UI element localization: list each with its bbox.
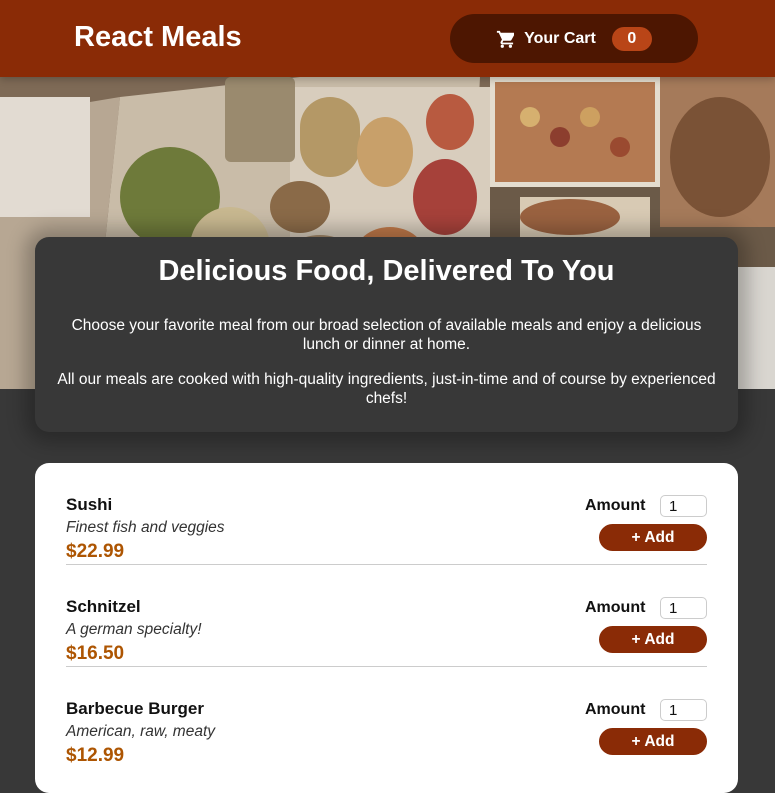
cart-button[interactable]: Your Cart 0 (450, 14, 698, 63)
cart-label: Your Cart (524, 29, 596, 47)
summary-paragraph-1: Choose your favorite meal from our broad… (71, 317, 702, 353)
app-title: React Meals (74, 21, 242, 53)
amount-input[interactable] (660, 699, 707, 721)
meal-item: Sushi Finest fish and veggies $22.99 Amo… (66, 463, 707, 565)
add-button[interactable]: + Add (599, 626, 707, 653)
meal-name: Schnitzel (66, 597, 141, 616)
summary-heading: Delicious Food, Delivered To You (158, 255, 615, 287)
meal-name: Sushi (66, 495, 113, 514)
meal-item: Barbecue Burger American, raw, meaty $12… (66, 667, 707, 769)
meal-name: Barbecue Burger (66, 699, 204, 718)
meal-description: A german specialty! (66, 621, 202, 638)
amount-label: Amount (585, 497, 646, 514)
meals-list: Sushi Finest fish and veggies $22.99 Amo… (35, 463, 738, 793)
meal-description: American, raw, meaty (66, 723, 216, 740)
summary-paragraph-2: All our meals are cooked with high-quali… (57, 371, 716, 407)
cart-icon (496, 30, 515, 48)
summary-card: Delicious Food, Delivered To You Choose … (35, 237, 738, 432)
amount-label: Amount (585, 701, 646, 718)
amount-label: Amount (585, 599, 646, 616)
cart-count-badge: 0 (611, 26, 652, 51)
amount-input[interactable] (660, 597, 707, 619)
meal-form: Amount + Add (547, 699, 707, 759)
meal-price: $16.50 (66, 643, 125, 664)
meal-price: $12.99 (66, 745, 125, 766)
add-button[interactable]: + Add (599, 728, 707, 755)
meal-description: Finest fish and veggies (66, 519, 225, 536)
meal-form: Amount + Add (547, 495, 707, 555)
meal-form: Amount + Add (547, 597, 707, 657)
meal-price: $22.99 (66, 541, 125, 562)
meal-item: Schnitzel A german specialty! $16.50 Amo… (66, 565, 707, 667)
app-header: React Meals Your Cart 0 (0, 0, 775, 77)
add-button[interactable]: + Add (599, 524, 707, 551)
amount-input[interactable] (660, 495, 707, 517)
